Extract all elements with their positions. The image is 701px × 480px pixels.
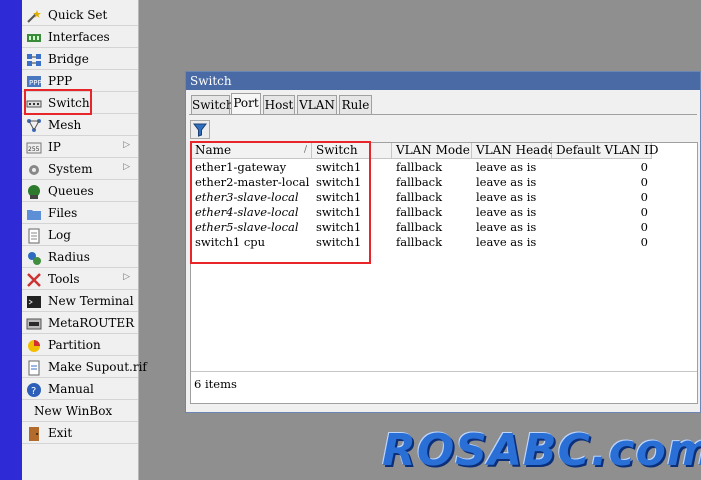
sidebar-item-log[interactable]: Log <box>22 225 138 246</box>
network-card-icon <box>26 30 42 45</box>
sidebar-item-label: New WinBox <box>34 404 113 418</box>
sidebar-item-label: Manual <box>48 382 94 396</box>
cell-vlan-header: leave as is <box>476 175 537 189</box>
bridge-icon <box>26 52 42 67</box>
metarouter-icon <box>26 316 42 331</box>
sidebar-item-label: Queues <box>48 184 94 198</box>
sidebar-item-new-terminal[interactable]: New Terminal <box>22 291 138 312</box>
sidebar-item-new-winbox[interactable]: New WinBox <box>22 401 138 422</box>
tab-port[interactable]: Port <box>231 93 261 115</box>
submenu-arrow-icon: ▷ <box>123 272 130 282</box>
cell-vlan-mode: fallback <box>396 175 443 189</box>
sidebar-item-label: Radius <box>48 250 90 264</box>
sidebar-item-label: MetaROUTER <box>48 316 135 330</box>
partition-icon <box>26 338 42 353</box>
supout-file-icon <box>26 360 42 376</box>
cell-default-vlan-id: 0 <box>640 205 648 219</box>
cell-vlan-mode: fallback <box>396 160 443 174</box>
tools-icon <box>26 272 42 287</box>
cell-vlan-mode: fallback <box>396 205 443 219</box>
sidebar-item-label: IP <box>48 140 61 154</box>
sidebar-item-label: Partition <box>48 338 101 352</box>
sidebar-item-files[interactable]: Files <box>22 203 138 224</box>
tab-switch[interactable]: Switch <box>191 95 234 114</box>
tab-divider <box>189 114 697 115</box>
cell-vlan-mode: fallback <box>396 220 443 234</box>
exit-door-icon <box>26 426 42 441</box>
tab-vlan[interactable]: VLAN <box>297 95 337 114</box>
svg-text:255: 255 <box>28 146 40 153</box>
sidebar-item-label: PPP <box>48 74 73 88</box>
item-count-status: 6 items <box>194 377 237 391</box>
window-titlebar[interactable]: Switch <box>186 72 700 90</box>
sidebar-item-quick-set[interactable]: Quick Set <box>22 5 138 26</box>
sidebar-item-exit[interactable]: Exit <box>22 423 138 444</box>
cell-vlan-header: leave as is <box>476 190 537 204</box>
cell-vlan-mode: fallback <box>396 235 443 249</box>
sidebar-item-label: System <box>48 162 93 176</box>
sidebar-item-system[interactable]: System ▷ <box>22 159 138 180</box>
cell-vlan-header: leave as is <box>476 160 537 174</box>
column-header-vlan-mode[interactable]: VLAN Mode <box>392 143 472 159</box>
mesh-icon <box>26 118 42 133</box>
sidebar-item-label: Log <box>48 228 71 242</box>
sidebar-item-label: Bridge <box>48 52 89 66</box>
sidebar-item-label: Quick Set <box>48 8 108 22</box>
watermark-text: ROSABC.com <box>382 425 701 476</box>
ip-icon: 255 <box>26 140 42 155</box>
sidebar-item-queues[interactable]: Queues <box>22 181 138 202</box>
sidebar-item-label: Exit <box>48 426 73 440</box>
sidebar-item-label: Mesh <box>48 118 82 132</box>
cell-default-vlan-id: 0 <box>640 220 648 234</box>
cell-vlan-header: leave as is <box>476 205 537 219</box>
sidebar-item-interfaces[interactable]: Interfaces <box>22 27 138 48</box>
submenu-arrow-icon: ▷ <box>123 162 130 172</box>
gear-icon <box>26 162 42 177</box>
sidebar-item-bridge[interactable]: Bridge <box>22 49 138 70</box>
cell-default-vlan-id: 0 <box>640 190 648 204</box>
sidebar-item-partition[interactable]: Partition <box>22 335 138 356</box>
submenu-arrow-icon: ▷ <box>123 140 130 150</box>
log-icon <box>26 228 42 244</box>
status-divider <box>191 371 697 372</box>
sidebar-item-manual[interactable]: ? Manual <box>22 379 138 400</box>
sidebar-item-label: Files <box>48 206 78 220</box>
sidebar-menu: Quick Set Interfaces Bridge PPP PPP Switch Mes… <box>22 0 147 480</box>
column-header-default-vlan-id[interactable]: Default VLAN ID <box>552 143 659 159</box>
name-switch-columns-highlight <box>190 141 371 264</box>
sidebar-item-make-supout-rif[interactable]: Make Supout.rif <box>22 357 147 378</box>
sidebar-item-radius[interactable]: Radius <box>22 247 138 268</box>
cell-default-vlan-id: 0 <box>640 175 648 189</box>
svg-text:PPP: PPP <box>29 79 42 87</box>
cell-default-vlan-id: 0 <box>640 235 648 249</box>
cell-vlan-header: leave as is <box>476 235 537 249</box>
cell-vlan-header: leave as is <box>476 220 537 234</box>
sidebar-item-mesh[interactable]: Mesh <box>22 115 138 136</box>
sidebar-item-label: Interfaces <box>48 30 110 44</box>
sidebar-item-metarouter[interactable]: MetaROUTER <box>22 313 138 334</box>
radius-icon <box>26 250 42 265</box>
cell-vlan-mode: fallback <box>396 190 443 204</box>
svg-text:?: ? <box>31 386 36 397</box>
sidebar-item-label: Make Supout.rif <box>48 360 147 374</box>
left-vertical-strip <box>0 0 22 480</box>
sidebar-item-tools[interactable]: Tools ▷ <box>22 269 138 290</box>
sidebar-item-label: Tools <box>48 272 80 286</box>
queues-icon <box>26 184 42 199</box>
column-header-vlan-header[interactable]: VLAN Header <box>472 143 561 159</box>
terminal-icon <box>26 294 42 309</box>
window-title: Switch <box>190 74 232 88</box>
cell-default-vlan-id: 0 <box>640 160 648 174</box>
switch-highlight-box <box>24 89 92 115</box>
folder-icon <box>26 206 42 221</box>
sidebar-item-label: New Terminal <box>48 294 134 308</box>
help-icon: ? <box>26 382 42 397</box>
ppp-icon: PPP <box>26 74 42 89</box>
filter-button[interactable] <box>190 120 210 139</box>
tab-rule[interactable]: Rule <box>339 95 372 114</box>
tab-host[interactable]: Host <box>263 95 295 114</box>
funnel-icon <box>193 123 207 137</box>
sidebar-item-ip[interactable]: 255 IP ▷ <box>22 137 138 158</box>
magic-wand-icon <box>26 8 42 23</box>
